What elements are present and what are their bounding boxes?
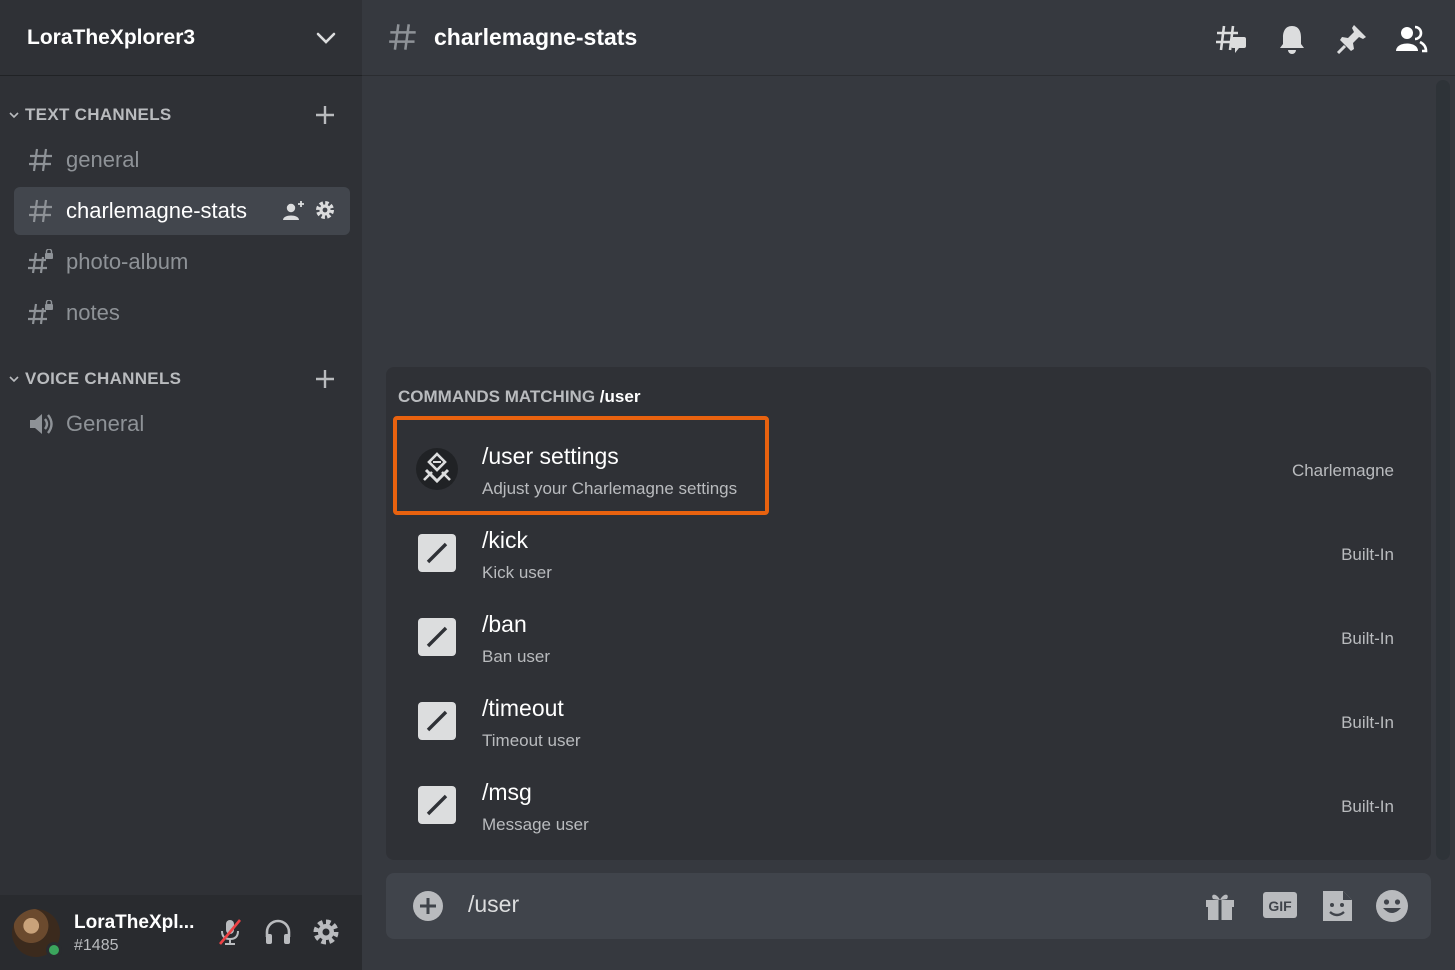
command-description: Kick user: [482, 563, 552, 582]
online-status-icon: [46, 942, 62, 958]
category-label: VOICE CHANNELS: [25, 369, 182, 388]
channel-label: charlemagne-stats: [66, 198, 247, 223]
locked-hashtag-icon: [28, 300, 53, 325]
command-option-user-settings[interactable]: /user settings Adjust your Charlemagne s…: [396, 427, 1421, 511]
command-source: Built-In: [1341, 713, 1394, 732]
channel-charlemagne-stats[interactable]: charlemagne-stats: [14, 187, 350, 235]
charlemagne-bot-icon: [416, 448, 458, 490]
pin-icon[interactable]: [1335, 22, 1369, 56]
slash-command-icon: [418, 618, 456, 656]
channel-notes[interactable]: notes: [14, 289, 350, 337]
command-source: Built-In: [1341, 797, 1394, 816]
chevron-down-icon: [9, 376, 19, 383]
command-option-timeout[interactable]: /timeout Timeout user Built-In: [396, 679, 1421, 763]
server-name: LoraTheXplorer3: [27, 25, 196, 49]
gif-icon[interactable]: GIF: [1262, 888, 1298, 924]
command-name: /ban: [482, 611, 527, 637]
gear-icon[interactable]: [311, 917, 341, 947]
command-source: Built-In: [1341, 545, 1394, 564]
channel-label: General: [66, 411, 145, 436]
add-channel-icon[interactable]: [314, 104, 336, 126]
microphone-muted-icon[interactable]: [215, 917, 245, 947]
channel-label: general: [66, 147, 140, 172]
command-name: /msg: [482, 779, 532, 805]
user-panel: LoraTheXpl... #1485: [0, 895, 362, 970]
invite-member-icon[interactable]: [282, 199, 306, 223]
channel-sidebar: LoraTheXplorer3 TEXT CHANNELS general ch…: [0, 0, 362, 970]
gif-label: GIF: [1268, 898, 1292, 914]
command-source: Charlemagne: [1291, 461, 1394, 480]
chevron-down-icon[interactable]: [316, 31, 336, 45]
member-list-icon[interactable]: [1394, 22, 1428, 56]
locked-hashtag-icon: [28, 249, 53, 274]
slash-command-icon: [418, 702, 456, 740]
emoji-icon[interactable]: [1374, 888, 1410, 924]
category-text-channels[interactable]: TEXT CHANNELS: [0, 100, 362, 130]
sticker-icon[interactable]: [1319, 888, 1355, 924]
hashtag-icon: [389, 24, 416, 50]
command-name: /user settings: [482, 443, 619, 469]
popup-header-prefix: COMMANDS MATCHING: [398, 387, 596, 406]
command-description: Ban user: [482, 647, 551, 666]
command-name: /kick: [482, 527, 528, 553]
command-option-ban[interactable]: /ban Ban user Built-In: [396, 595, 1421, 679]
message-input[interactable]: /user: [468, 891, 1168, 918]
chevron-down-icon: [9, 112, 19, 119]
channel-title: charlemagne-stats: [434, 24, 638, 50]
hashtag-icon: [29, 148, 52, 172]
username[interactable]: LoraTheXpl...: [74, 912, 194, 934]
popup-query: /user: [599, 387, 641, 406]
speaker-icon: [30, 414, 53, 434]
popup-header: COMMANDS MATCHING /user: [398, 387, 640, 407]
category-voice-channels[interactable]: VOICE CHANNELS: [0, 364, 362, 394]
channel-photo-album[interactable]: photo-album: [14, 238, 350, 286]
notification-bell-icon[interactable]: [1275, 22, 1309, 56]
voice-channel-general[interactable]: General: [14, 400, 350, 448]
command-name: /timeout: [482, 695, 564, 721]
command-description: Message user: [482, 815, 589, 834]
channel-label: notes: [66, 300, 120, 325]
slash-command-icon: [418, 534, 456, 572]
add-channel-icon[interactable]: [314, 368, 336, 390]
command-source: Built-In: [1341, 629, 1394, 648]
channel-general[interactable]: general: [14, 136, 350, 184]
gift-icon[interactable]: [1202, 888, 1238, 924]
user-discriminator: #1485: [74, 937, 119, 954]
threads-icon[interactable]: [1214, 22, 1248, 56]
command-option-kick[interactable]: /kick Kick user Built-In: [396, 511, 1421, 595]
command-description: Adjust your Charlemagne settings: [482, 479, 738, 498]
headphones-icon[interactable]: [263, 917, 293, 947]
gear-icon[interactable]: [314, 199, 336, 221]
server-header[interactable]: LoraTheXplorer3: [0, 0, 362, 76]
command-option-msg[interactable]: /msg Message user Built-In: [396, 763, 1421, 847]
slash-command-icon: [418, 786, 456, 824]
channel-label: photo-album: [66, 249, 189, 274]
channel-header: charlemagne-stats: [362, 0, 1455, 76]
add-attachment-icon[interactable]: [412, 890, 444, 922]
slash-command-autocomplete: COMMANDS MATCHING /user /user settings A…: [386, 367, 1431, 860]
message-composer: /user GIF: [386, 873, 1431, 939]
category-label: TEXT CHANNELS: [25, 105, 172, 124]
command-description: Timeout user: [482, 731, 581, 750]
hashtag-icon: [29, 199, 52, 223]
messages-scrollbar[interactable]: [1436, 80, 1450, 860]
